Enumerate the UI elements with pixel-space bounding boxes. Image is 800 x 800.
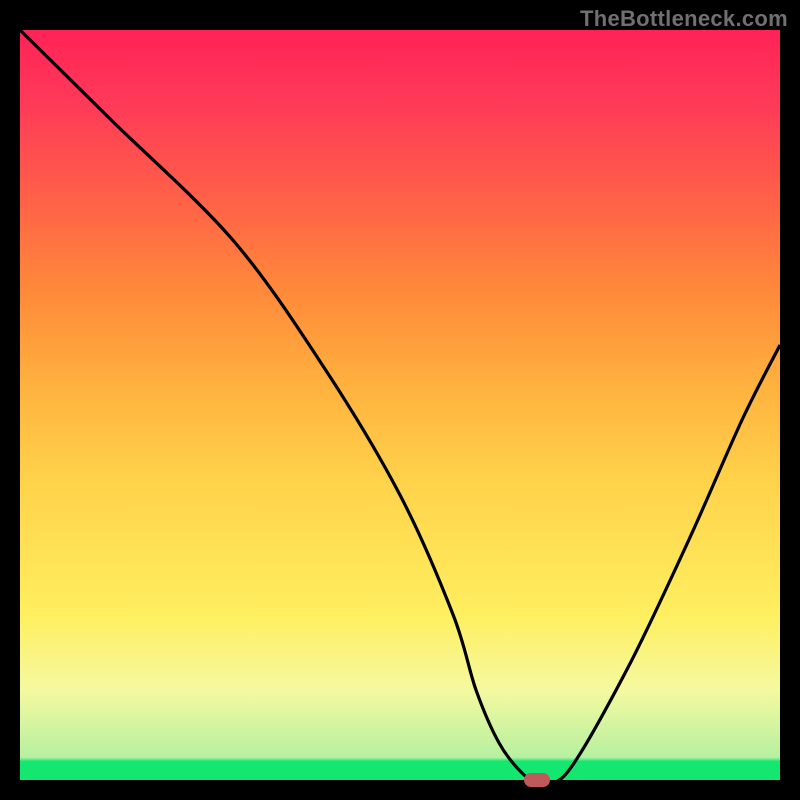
- watermark-text: TheBottleneck.com: [580, 6, 788, 32]
- plot-area: [20, 30, 780, 780]
- chart-container: TheBottleneck.com: [0, 0, 800, 800]
- curve-path: [20, 30, 780, 783]
- bottleneck-curve: [20, 30, 780, 780]
- bottleneck-marker: [524, 773, 550, 787]
